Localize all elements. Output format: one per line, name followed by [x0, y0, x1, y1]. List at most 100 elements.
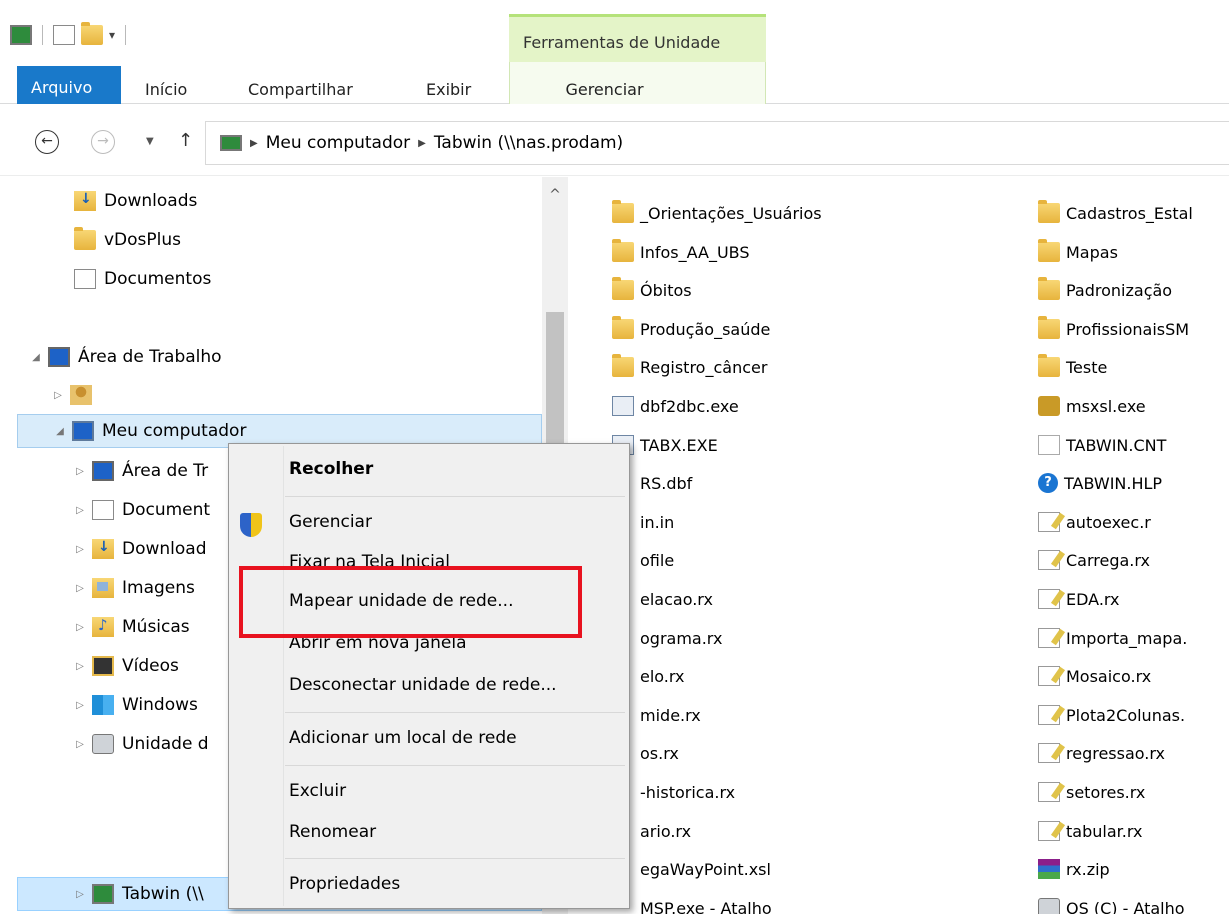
script-file-icon	[1038, 666, 1060, 686]
tab-arquivo[interactable]: Arquivo	[17, 66, 121, 104]
list-item[interactable]: dbf2dbc.exe	[612, 389, 739, 423]
list-item[interactable]: msxsl.exe	[1038, 389, 1146, 423]
tab-exibir[interactable]: Exibir	[426, 66, 471, 100]
collapsed-arrow-icon[interactable]: ▷	[50, 390, 66, 401]
folder-icon	[1038, 316, 1060, 339]
list-item[interactable]: Plota2Colunas.	[1038, 698, 1185, 732]
list-item[interactable]: Carrega.rx	[1038, 543, 1150, 577]
desktop-folder-icon	[92, 461, 114, 481]
list-item-label: Registro_câncer	[640, 357, 768, 377]
menu-item-excluir[interactable]: Excluir	[289, 776, 346, 806]
list-item[interactable]: ? TABWIN.HLP	[1038, 466, 1162, 500]
breadcrumb-chevron-icon[interactable]: ▶	[418, 138, 426, 149]
nav-item-windows[interactable]: ▷ Windows	[72, 688, 198, 722]
list-item[interactable]: Óbitos	[612, 273, 692, 307]
back-button[interactable]: ←	[35, 130, 59, 154]
nav-item-downloads[interactable]: Downloads	[54, 184, 197, 218]
list-item[interactable]: Produção_saúde	[612, 312, 770, 346]
list-item[interactable]: autoexec.r	[1038, 505, 1151, 539]
list-item[interactable]: -historica.rx	[612, 775, 735, 809]
nav-item-vdosplus[interactable]: vDosPlus	[54, 223, 181, 257]
list-item[interactable]: rx.zip	[1038, 852, 1110, 886]
nav-item-label: Unidade d	[122, 734, 209, 754]
list-item[interactable]: ProfissionaisSM	[1038, 312, 1189, 346]
nav-item-unidade[interactable]: ▷ Unidade d	[72, 727, 209, 761]
nav-item-label: Imagens	[122, 578, 195, 598]
menu-separator	[285, 858, 625, 859]
list-item-label: elacao.rx	[640, 589, 713, 609]
menu-item-renomear[interactable]: Renomear	[289, 817, 376, 847]
list-item[interactable]: OS (C) - Atalho	[1038, 891, 1185, 914]
videos-folder-icon	[92, 656, 114, 676]
menu-item-desconectar-unidade[interactable]: Desconectar unidade de rede...	[289, 670, 557, 700]
collapsed-arrow-icon[interactable]: ▷	[72, 583, 88, 594]
menu-item-recolher[interactable]: Recolher	[289, 454, 373, 484]
tab-gerenciar[interactable]: Gerenciar	[509, 62, 766, 104]
nav-item-area-de-trabalho-sub[interactable]: ▷ Área de Tr	[72, 454, 208, 488]
documents-folder-icon	[92, 500, 114, 520]
collapsed-arrow-icon[interactable]: ▷	[72, 739, 88, 750]
collapsed-arrow-icon[interactable]: ▷	[72, 622, 88, 633]
menu-item-gerenciar[interactable]: Gerenciar	[289, 507, 372, 537]
nav-item-user[interactable]: ▷	[50, 378, 100, 412]
recent-locations-dropdown-icon[interactable]: ▼	[146, 136, 154, 147]
list-item[interactable]: Mapas	[1038, 235, 1118, 269]
scroll-up-icon[interactable]: ^	[542, 187, 568, 203]
nav-item-musicas[interactable]: ▷ Músicas	[72, 610, 190, 644]
address-box[interactable]: ▶ Meu computador ▶ Tabwin (\\nas.prodam)	[205, 121, 1229, 165]
breadcrumb-tabwin[interactable]: Tabwin (\\nas.prodam)	[434, 133, 623, 153]
collapsed-arrow-icon[interactable]: ▷	[72, 661, 88, 672]
list-item[interactable]: TABWIN.CNT	[1038, 428, 1166, 462]
nav-item-label: Document	[122, 500, 211, 520]
menu-item-propriedades[interactable]: Propriedades	[289, 869, 400, 899]
nav-item-label: Meu computador	[102, 421, 247, 441]
folder-icon	[1038, 354, 1060, 377]
qat-dropdown-icon[interactable]: ▾	[109, 28, 115, 42]
nav-item-downloads-sub[interactable]: ▷ Download	[72, 532, 207, 566]
list-item[interactable]: MSP.exe - Atalho	[612, 891, 772, 914]
expanded-arrow-icon[interactable]: ◢	[28, 352, 44, 363]
list-item[interactable]: Registro_câncer	[612, 350, 767, 384]
expanded-arrow-icon[interactable]: ◢	[52, 426, 68, 437]
nav-item-documentos-sub[interactable]: ▷ Document	[72, 493, 210, 527]
list-item[interactable]: Teste	[1038, 350, 1107, 384]
menu-item-adicionar-local[interactable]: Adicionar um local de rede	[289, 723, 517, 753]
breadcrumb-meu-computador[interactable]: Meu computador	[266, 133, 410, 153]
collapsed-arrow-icon[interactable]: ▷	[72, 466, 88, 477]
collapsed-arrow-icon[interactable]: ▷	[72, 889, 88, 900]
list-item[interactable]: regressao.rx	[1038, 736, 1165, 770]
menu-gutter	[283, 446, 284, 906]
breadcrumb-chevron-icon[interactable]: ▶	[250, 138, 258, 149]
list-item[interactable]: _Orientações_Usuários	[612, 196, 822, 230]
list-item-label: elo.rx	[640, 666, 685, 686]
list-item[interactable]: Padronização	[1038, 273, 1172, 307]
list-item[interactable]: tabular.rx	[1038, 814, 1142, 848]
list-item[interactable]: setores.rx	[1038, 775, 1145, 809]
list-item-label: OS (C) - Atalho	[1066, 898, 1185, 914]
list-item-label: Teste	[1066, 357, 1108, 377]
nav-item-label: Músicas	[122, 617, 190, 637]
tab-inicio[interactable]: Início	[145, 66, 187, 100]
list-item[interactable]: egaWayPoint.xsl	[612, 852, 771, 886]
collapsed-arrow-icon[interactable]: ▷	[72, 544, 88, 555]
nav-item-videos[interactable]: ▷ Vídeos	[72, 649, 179, 683]
new-folder-icon[interactable]	[81, 22, 103, 45]
collapsed-arrow-icon[interactable]: ▷	[72, 700, 88, 711]
nav-item-label: Área de Trabalho	[78, 347, 222, 367]
list-item[interactable]: EDA.rx	[1038, 582, 1120, 616]
nav-item-imagens[interactable]: ▷ Imagens	[72, 571, 195, 605]
list-item[interactable]: Importa_mapa.	[1038, 621, 1187, 655]
nav-item-area-de-trabalho[interactable]: ◢ Área de Trabalho	[28, 340, 222, 374]
script-file-icon	[1038, 628, 1060, 648]
up-button[interactable]: ↑	[178, 130, 193, 151]
list-item[interactable]: Infos_AA_UBS	[612, 235, 750, 269]
properties-icon[interactable]	[53, 25, 75, 45]
list-item[interactable]: Mosaico.rx	[1038, 659, 1151, 693]
nav-item-label: Área de Tr	[122, 461, 209, 481]
nav-item-documentos[interactable]: Documentos	[54, 262, 211, 296]
network-drive-icon[interactable]	[10, 25, 32, 45]
forward-button[interactable]: →	[91, 130, 115, 154]
list-item[interactable]: Cadastros_Estal	[1038, 196, 1193, 230]
tab-compartilhar[interactable]: Compartilhar	[248, 66, 353, 100]
collapsed-arrow-icon[interactable]: ▷	[72, 505, 88, 516]
